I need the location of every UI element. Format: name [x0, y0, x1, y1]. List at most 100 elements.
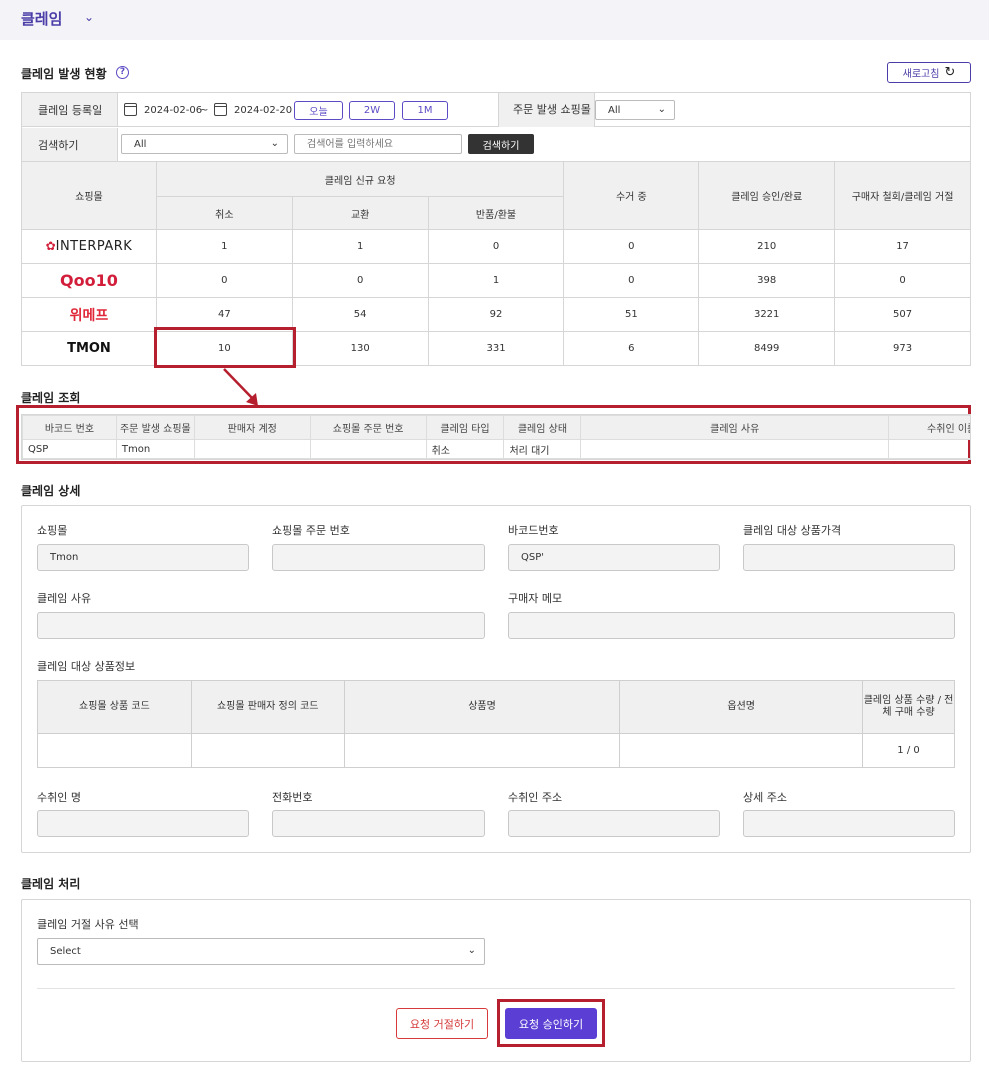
- address-detail-field[interactable]: [743, 810, 955, 837]
- filter-row-search: 검색하기 All ⌄ 검색하기: [22, 128, 970, 162]
- col-mall: 쇼핑몰: [21, 161, 157, 230]
- cell-seller-account[interactable]: [193, 439, 311, 459]
- cell-withdrawn[interactable]: 973: [834, 331, 971, 366]
- barcode-field[interactable]: QSP': [508, 544, 720, 571]
- cell-exchange[interactable]: 1: [291, 229, 429, 264]
- filter-row-date: 클레임 등록일 2024-02-06 ~ 2024-02-20 오늘 2W 1M…: [22, 93, 970, 127]
- address-field[interactable]: [508, 810, 720, 837]
- cell-collect[interactable]: 0: [563, 229, 700, 264]
- divider: [37, 988, 955, 989]
- detail-section-title: 클레임 상세: [21, 484, 81, 498]
- calendar-icon[interactable]: [124, 103, 137, 116]
- price-field[interactable]: [743, 544, 955, 571]
- cell-approved[interactable]: 3221: [698, 297, 836, 332]
- refresh-button[interactable]: 새로고침 ↻: [887, 62, 971, 83]
- product-header-row: 쇼핑몰 상품 코드 쇼핑몰 판매자 정의 코드 상품명 옵션명 클레임 상품 수…: [37, 680, 955, 734]
- cell-withdrawn[interactable]: 507: [834, 297, 971, 332]
- interpark-logo: ✿INTERPARK: [21, 229, 157, 264]
- reject-reason-select[interactable]: Select ⌄: [37, 938, 485, 965]
- cell-claim-status[interactable]: 처리 대기: [503, 439, 582, 459]
- mall-select-value: All: [608, 104, 621, 116]
- chevron-down-icon[interactable]: ⌄: [84, 10, 94, 24]
- top-bar: 클레임 ⌄: [0, 0, 989, 40]
- calendar-icon[interactable]: [214, 103, 227, 116]
- interpark-flower-icon: ✿: [45, 239, 56, 253]
- order-no-field[interactable]: [272, 544, 485, 571]
- barcode-label: 바코드번호: [508, 524, 559, 537]
- today-button[interactable]: 오늘: [294, 101, 343, 120]
- product-info-table: 쇼핑몰 상품 코드 쇼핑몰 판매자 정의 코드 상품명 옵션명 클레임 상품 수…: [37, 680, 955, 768]
- wemakeprice-logo: 위메프: [21, 297, 157, 332]
- table-row: Qoo10 0 0 1 0 398 0: [21, 263, 971, 298]
- recipient-field[interactable]: [37, 810, 249, 837]
- cell-product-code: [37, 733, 192, 768]
- cell-approved[interactable]: 398: [698, 263, 836, 298]
- col-collect: 수거 중: [563, 161, 700, 230]
- cell-approved[interactable]: 210: [698, 229, 836, 264]
- approve-button[interactable]: 요청 승인하기: [505, 1008, 597, 1039]
- app-title[interactable]: 클레임: [21, 8, 62, 29]
- status-section-title: 클레임 발생 현황: [21, 67, 107, 81]
- chevron-down-icon: ⌄: [467, 945, 476, 956]
- claim-lookup-table: 바코드 번호 주문 발생 쇼핑몰 판매자 계정 쇼핑몰 주문 번호 클레임 타입…: [21, 414, 971, 460]
- cell-order-mall[interactable]: Tmon: [115, 439, 195, 459]
- reason-label: 클레임 사유: [37, 592, 92, 605]
- memo-field[interactable]: [508, 612, 955, 639]
- mall-field[interactable]: Tmon: [37, 544, 249, 571]
- help-icon[interactable]: ?: [116, 66, 129, 79]
- col-cancel: 취소: [155, 196, 293, 230]
- search-button[interactable]: 검색하기: [468, 134, 534, 154]
- address-label: 수취인 주소: [508, 791, 563, 804]
- mall-select[interactable]: All ⌄: [595, 100, 675, 120]
- cell-claim-type[interactable]: 취소: [425, 439, 505, 459]
- reason-field[interactable]: [37, 612, 485, 639]
- search-type-value: All: [134, 138, 147, 150]
- cell-collect[interactable]: 6: [563, 331, 700, 366]
- phone-field[interactable]: [272, 810, 485, 837]
- cell-collect[interactable]: 51: [563, 297, 700, 332]
- cell-mall-order-no[interactable]: [309, 439, 427, 459]
- cell-withdrawn[interactable]: 17: [834, 229, 971, 264]
- search-input[interactable]: [294, 134, 462, 154]
- cell-collect[interactable]: 0: [563, 263, 700, 298]
- col-recipient: 수취인 이름: [888, 415, 970, 440]
- cell-return[interactable]: 0: [427, 229, 565, 264]
- one-month-button[interactable]: 1M: [402, 101, 448, 120]
- process-section-title: 클레임 처리: [21, 877, 81, 891]
- cell-cancel[interactable]: 0: [155, 263, 293, 298]
- reg-date-label: 클레임 등록일: [22, 93, 118, 126]
- date-from[interactable]: 2024-02-06: [144, 105, 202, 116]
- table-row[interactable]: QSP Tmon 취소 처리 대기: [22, 439, 970, 459]
- col-exchange: 교환: [291, 196, 429, 230]
- cell-exchange[interactable]: 130: [291, 331, 429, 366]
- search-type-select[interactable]: All ⌄: [121, 134, 288, 154]
- col-seller-account: 판매자 계정: [193, 415, 311, 440]
- cell-exchange[interactable]: 54: [291, 297, 429, 332]
- price-label: 클레임 대상 상품가격: [743, 524, 842, 537]
- col-barcode: 바코드 번호: [22, 415, 117, 440]
- cell-withdrawn[interactable]: 0: [834, 263, 971, 298]
- highlight-box-cancel-cell: [154, 327, 296, 368]
- col-order-mall: 주문 발생 쇼핑몰: [115, 415, 195, 440]
- cell-return[interactable]: 1: [427, 263, 565, 298]
- reject-button[interactable]: 요청 거절하기: [396, 1008, 488, 1039]
- chevron-down-icon: ⌄: [657, 104, 666, 115]
- col-return: 반품/환불: [427, 196, 565, 230]
- col-seller-code: 쇼핑몰 판매자 정의 코드: [190, 680, 345, 734]
- cell-recipient[interactable]: [888, 439, 970, 459]
- cell-return[interactable]: 92: [427, 297, 565, 332]
- two-weeks-button[interactable]: 2W: [349, 101, 395, 120]
- cell-exchange[interactable]: 0: [291, 263, 429, 298]
- lookup-section-title: 클레임 조회: [21, 391, 81, 405]
- memo-label: 구매자 메모: [508, 592, 563, 605]
- cell-option-name: [619, 733, 864, 768]
- cell-return[interactable]: 331: [427, 331, 565, 366]
- date-to[interactable]: 2024-02-20: [234, 105, 292, 116]
- reject-reason-value: Select: [50, 946, 81, 957]
- cell-claim-reason[interactable]: [580, 439, 890, 459]
- col-option-name: 옵션명: [619, 680, 864, 734]
- cell-cancel[interactable]: 1: [155, 229, 293, 264]
- phone-label: 전화번호: [272, 791, 313, 804]
- cell-barcode[interactable]: QSP: [22, 439, 117, 459]
- cell-approved[interactable]: 8499: [698, 331, 836, 366]
